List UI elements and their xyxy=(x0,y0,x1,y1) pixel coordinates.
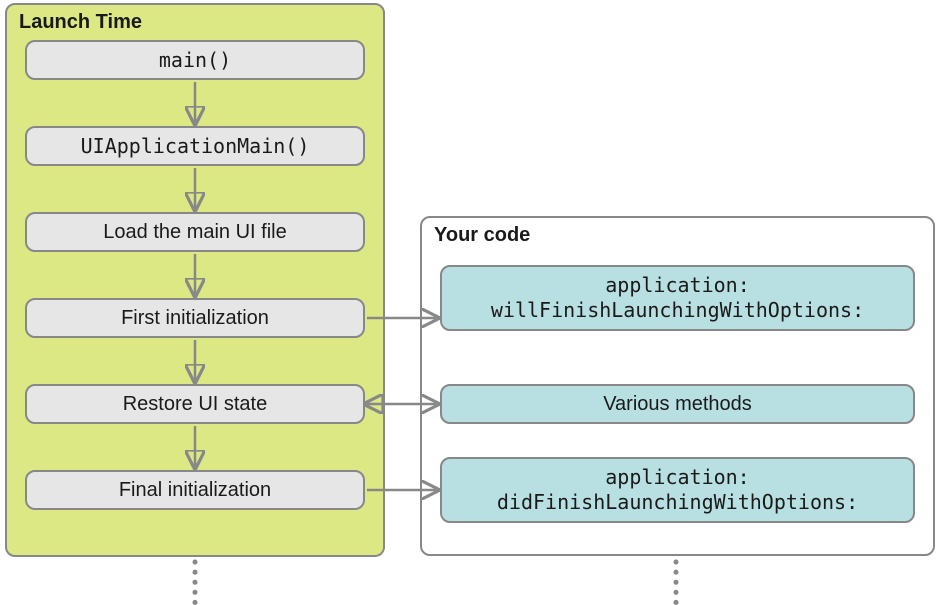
node-didfinish: application: didFinishLaunchingWithOptio… xyxy=(440,457,915,523)
launch-time-title: Launch Time xyxy=(19,11,142,34)
node-various-methods: Various methods xyxy=(440,384,915,424)
node-final-init: Final initialization xyxy=(25,470,365,510)
node-willfinish: application: willFinishLaunchingWithOpti… xyxy=(440,265,915,331)
node-first-init: First initialization xyxy=(25,298,365,338)
your-code-title: Your code xyxy=(434,224,530,247)
node-restore-ui: Restore UI state xyxy=(25,384,365,424)
node-uiapplicationmain: UIApplicationMain() xyxy=(25,126,365,166)
node-load-ui: Load the main UI file xyxy=(25,212,365,252)
node-main: main() xyxy=(25,40,365,80)
